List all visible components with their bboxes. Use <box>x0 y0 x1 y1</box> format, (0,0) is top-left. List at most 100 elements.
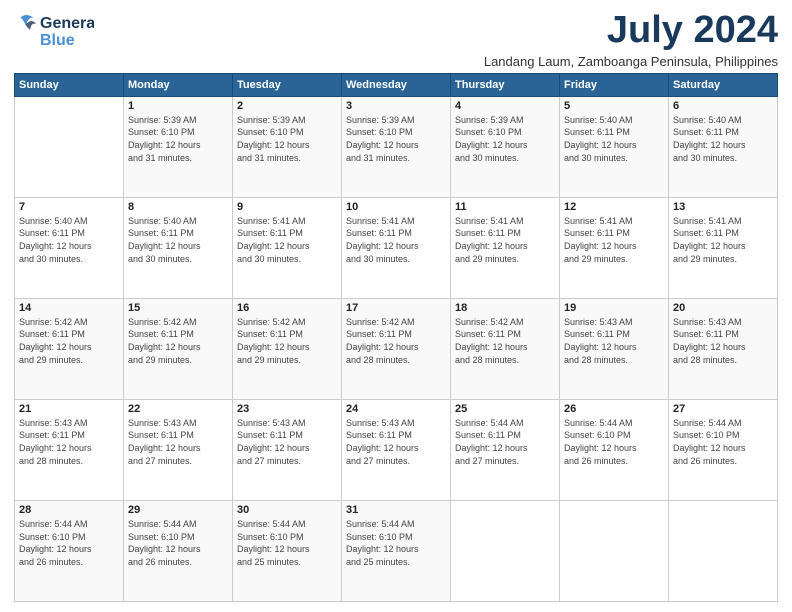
day-number: 25 <box>455 403 555 415</box>
day-number: 27 <box>673 403 773 415</box>
day-info: Sunrise: 5:42 AM Sunset: 6:11 PM Dayligh… <box>455 316 555 366</box>
day-number: 6 <box>673 100 773 112</box>
day-number: 30 <box>237 504 337 516</box>
logo-svg: GeneralBlue <box>14 10 94 52</box>
day-number: 29 <box>128 504 228 516</box>
calendar-cell: 15 Sunrise: 5:42 AM Sunset: 6:11 PM Dayli… <box>124 298 233 399</box>
day-number: 21 <box>19 403 119 415</box>
day-number: 5 <box>564 100 664 112</box>
day-info: Sunrise: 5:40 AM Sunset: 6:11 PM Dayligh… <box>128 215 228 265</box>
day-info: Sunrise: 5:44 AM Sunset: 6:10 PM Dayligh… <box>346 518 446 568</box>
day-info: Sunrise: 5:41 AM Sunset: 6:11 PM Dayligh… <box>346 215 446 265</box>
day-info: Sunrise: 5:43 AM Sunset: 6:11 PM Dayligh… <box>19 417 119 467</box>
calendar-week-row: 14 Sunrise: 5:42 AM Sunset: 6:11 PM Dayli… <box>15 298 778 399</box>
day-info: Sunrise: 5:44 AM Sunset: 6:11 PM Dayligh… <box>455 417 555 467</box>
calendar-cell: 17 Sunrise: 5:42 AM Sunset: 6:11 PM Dayli… <box>342 298 451 399</box>
calendar-cell <box>15 96 124 197</box>
calendar-cell: 26Sunrise: 5:44 AM Sunset: 6:10 PM Dayli… <box>560 399 669 500</box>
calendar-cell: 20 Sunrise: 5:43 AM Sunset: 6:11 PM Dayli… <box>669 298 778 399</box>
day-info: Sunrise: 5:44 AM Sunset: 6:10 PM Dayligh… <box>564 417 664 467</box>
calendar-cell: 25 Sunrise: 5:44 AM Sunset: 6:11 PM Dayli… <box>451 399 560 500</box>
day-number: 11 <box>455 201 555 213</box>
day-info: Sunrise: 5:39 AM Sunset: 6:10 PM Dayligh… <box>128 114 228 164</box>
day-info: Sunrise: 5:44 AM Sunset: 6:10 PM Dayligh… <box>19 518 119 568</box>
month-year-title: July 2024 <box>484 10 778 52</box>
location-subtitle: Landang Laum, Zamboanga Peninsula, Phili… <box>484 54 778 69</box>
calendar-cell: 3 Sunrise: 5:39 AM Sunset: 6:10 PM Daylig… <box>342 96 451 197</box>
calendar-cell: 27 Sunrise: 5:44 AM Sunset: 6:10 PM Dayli… <box>669 399 778 500</box>
day-number: 1 <box>128 100 228 112</box>
calendar-cell: 18 Sunrise: 5:42 AM Sunset: 6:11 PM Dayli… <box>451 298 560 399</box>
day-number: 20 <box>673 302 773 314</box>
calendar-cell: 24Sunrise: 5:43 AM Sunset: 6:11 PM Dayli… <box>342 399 451 500</box>
calendar-cell: 11 Sunrise: 5:41 AM Sunset: 6:11 PM Dayli… <box>451 197 560 298</box>
calendar-cell: 31Sunrise: 5:44 AM Sunset: 6:10 PM Dayli… <box>342 500 451 601</box>
day-info: Sunrise: 5:44 AM Sunset: 6:10 PM Dayligh… <box>128 518 228 568</box>
calendar-cell: 5 Sunrise: 5:40 AM Sunset: 6:11 PM Daylig… <box>560 96 669 197</box>
calendar-week-row: 28Sunrise: 5:44 AM Sunset: 6:10 PM Dayli… <box>15 500 778 601</box>
logo: GeneralBlue <box>14 10 94 52</box>
calendar-cell: 9Sunrise: 5:41 AM Sunset: 6:11 PM Daylig… <box>233 197 342 298</box>
col-sunday: Sunday <box>15 73 124 96</box>
calendar-cell: 4Sunrise: 5:39 AM Sunset: 6:10 PM Daylig… <box>451 96 560 197</box>
svg-text:Blue: Blue <box>40 32 75 49</box>
calendar-cell: 28Sunrise: 5:44 AM Sunset: 6:10 PM Dayli… <box>15 500 124 601</box>
calendar-cell: 1 Sunrise: 5:39 AM Sunset: 6:10 PM Daylig… <box>124 96 233 197</box>
day-info: Sunrise: 5:40 AM Sunset: 6:11 PM Dayligh… <box>19 215 119 265</box>
calendar-cell: 2 Sunrise: 5:39 AM Sunset: 6:10 PM Daylig… <box>233 96 342 197</box>
day-info: Sunrise: 5:43 AM Sunset: 6:11 PM Dayligh… <box>128 417 228 467</box>
day-info: Sunrise: 5:43 AM Sunset: 6:11 PM Dayligh… <box>346 417 446 467</box>
calendar-cell: 30 Sunrise: 5:44 AM Sunset: 6:10 PM Dayli… <box>233 500 342 601</box>
calendar-cell: 10Sunrise: 5:41 AM Sunset: 6:11 PM Dayli… <box>342 197 451 298</box>
col-monday: Monday <box>124 73 233 96</box>
calendar-cell: 12 Sunrise: 5:41 AM Sunset: 6:11 PM Dayli… <box>560 197 669 298</box>
day-number: 2 <box>237 100 337 112</box>
day-info: Sunrise: 5:40 AM Sunset: 6:11 PM Dayligh… <box>673 114 773 164</box>
day-info: Sunrise: 5:44 AM Sunset: 6:10 PM Dayligh… <box>237 518 337 568</box>
calendar-cell <box>560 500 669 601</box>
col-saturday: Saturday <box>669 73 778 96</box>
svg-text:General: General <box>40 15 94 32</box>
day-info: Sunrise: 5:42 AM Sunset: 6:11 PM Dayligh… <box>346 316 446 366</box>
calendar-cell: 23 Sunrise: 5:43 AM Sunset: 6:11 PM Dayli… <box>233 399 342 500</box>
day-info: Sunrise: 5:43 AM Sunset: 6:11 PM Dayligh… <box>673 316 773 366</box>
header: GeneralBlue July 2024 Landang Laum, Zamb… <box>14 10 778 69</box>
day-number: 18 <box>455 302 555 314</box>
day-info: Sunrise: 5:41 AM Sunset: 6:11 PM Dayligh… <box>455 215 555 265</box>
day-info: Sunrise: 5:39 AM Sunset: 6:10 PM Dayligh… <box>237 114 337 164</box>
day-info: Sunrise: 5:42 AM Sunset: 6:11 PM Dayligh… <box>237 316 337 366</box>
day-number: 14 <box>19 302 119 314</box>
day-info: Sunrise: 5:41 AM Sunset: 6:11 PM Dayligh… <box>564 215 664 265</box>
day-info: Sunrise: 5:44 AM Sunset: 6:10 PM Dayligh… <box>673 417 773 467</box>
day-number: 15 <box>128 302 228 314</box>
day-info: Sunrise: 5:43 AM Sunset: 6:11 PM Dayligh… <box>237 417 337 467</box>
day-number: 16 <box>237 302 337 314</box>
calendar-cell: 8Sunrise: 5:40 AM Sunset: 6:11 PM Daylig… <box>124 197 233 298</box>
day-number: 22 <box>128 403 228 415</box>
calendar-cell: 7Sunrise: 5:40 AM Sunset: 6:11 PM Daylig… <box>15 197 124 298</box>
calendar-week-row: 7Sunrise: 5:40 AM Sunset: 6:11 PM Daylig… <box>15 197 778 298</box>
col-thursday: Thursday <box>451 73 560 96</box>
day-number: 23 <box>237 403 337 415</box>
day-info: Sunrise: 5:42 AM Sunset: 6:11 PM Dayligh… <box>128 316 228 366</box>
calendar-cell: 16 Sunrise: 5:42 AM Sunset: 6:11 PM Dayli… <box>233 298 342 399</box>
day-number: 17 <box>346 302 446 314</box>
calendar-cell: 13Sunrise: 5:41 AM Sunset: 6:11 PM Dayli… <box>669 197 778 298</box>
calendar-cell: 29 Sunrise: 5:44 AM Sunset: 6:10 PM Dayli… <box>124 500 233 601</box>
col-tuesday: Tuesday <box>233 73 342 96</box>
calendar-cell <box>451 500 560 601</box>
title-section: July 2024 Landang Laum, Zamboanga Penins… <box>484 10 778 69</box>
day-info: Sunrise: 5:41 AM Sunset: 6:11 PM Dayligh… <box>237 215 337 265</box>
day-info: Sunrise: 5:40 AM Sunset: 6:11 PM Dayligh… <box>564 114 664 164</box>
day-info: Sunrise: 5:43 AM Sunset: 6:11 PM Dayligh… <box>564 316 664 366</box>
day-info: Sunrise: 5:39 AM Sunset: 6:10 PM Dayligh… <box>346 114 446 164</box>
col-friday: Friday <box>560 73 669 96</box>
day-info: Sunrise: 5:41 AM Sunset: 6:11 PM Dayligh… <box>673 215 773 265</box>
calendar-cell: 22 Sunrise: 5:43 AM Sunset: 6:11 PM Dayli… <box>124 399 233 500</box>
day-info: Sunrise: 5:42 AM Sunset: 6:11 PM Dayligh… <box>19 316 119 366</box>
col-wednesday: Wednesday <box>342 73 451 96</box>
day-number: 3 <box>346 100 446 112</box>
calendar-page: GeneralBlue July 2024 Landang Laum, Zamb… <box>0 0 792 612</box>
calendar-week-row: 21 Sunrise: 5:43 AM Sunset: 6:11 PM Dayli… <box>15 399 778 500</box>
day-number: 12 <box>564 201 664 213</box>
